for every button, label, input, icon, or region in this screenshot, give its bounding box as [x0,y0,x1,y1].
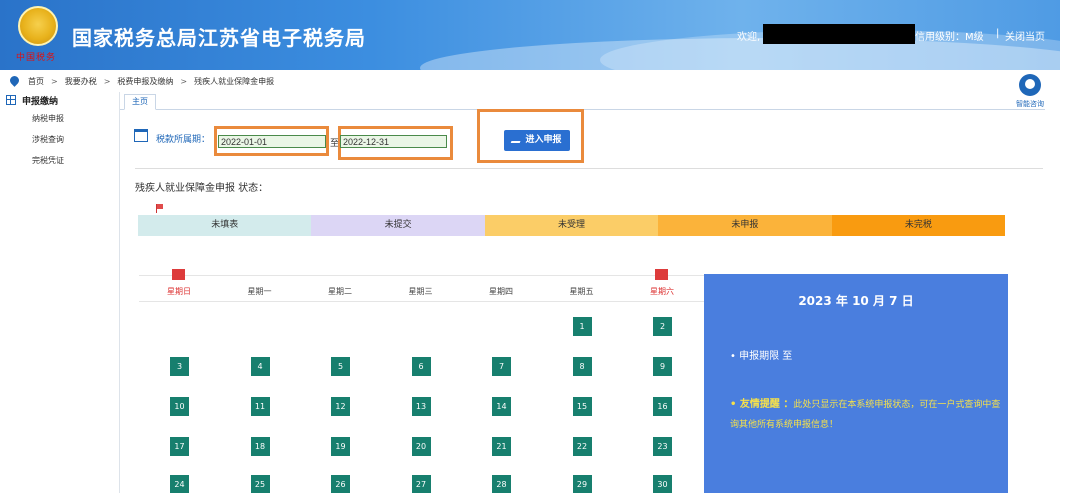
sidebar-section-title: 申报缴纳 [22,96,59,107]
calendar-day[interactable]: 14 [492,397,511,416]
calendar-day[interactable]: 18 [250,437,270,456]
weekday-label: 星期五 [569,287,594,296]
close-page-link[interactable]: 关闭当页 [1005,28,1045,43]
breadcrumb-separator: > [180,76,188,86]
status-segment: 未填表 [138,215,312,236]
welcome-text: 欢迎, [737,32,761,43]
calendar-day[interactable]: 11 [250,397,270,416]
tax-period-label-group: 税款所属期： [134,128,211,146]
credit-level: 信用级别：M级 [915,32,984,43]
declaration-calendar: 星期日 星期一 星期二 星期三 星期四 星期五 星期六 1 2 3 4 5 6 7 8 9 10 11 12 13 1… [139,269,704,493]
calendar-day[interactable]: 7 [492,357,511,376]
status-progress-bar: 未填表 未提交 未受理 未申报 未完税 [138,215,1006,236]
calendar-day[interactable]: 3 [170,357,189,376]
calendar-day[interactable]: 22 [572,437,592,456]
tab-bar: 主页 [120,92,1045,110]
info-panel: 2023 年 10 月 7 日 • 申报期限 至 • 友情提醒 ：此处只显示在本… [704,274,1008,493]
calendar-day[interactable]: 6 [411,357,431,376]
breadcrumb-level1[interactable]: 我要办税 [65,76,97,87]
sidebar-item-tax-query[interactable]: 涉税查询 [0,129,118,150]
calendar-day[interactable]: 9 [653,357,672,376]
sidebar: 申报缴纳 纳税申报 涉税查询 完税凭证 [0,92,118,493]
site-title: 国家税务总局江苏省电子税务局 [72,26,366,50]
breadcrumb-separator: > [51,76,58,86]
calendar-day[interactable]: 21 [492,437,511,456]
calendar-day[interactable]: 24 [170,475,189,493]
calendar-day[interactable]: 15 [572,397,592,416]
status-segment: 未申报 [658,215,832,236]
calendar-day[interactable]: 23 [653,437,672,456]
flag-icon [156,204,163,213]
status-segment: 未提交 [311,215,485,236]
header-separator: | [996,28,1000,39]
sidebar-item-tax-declare[interactable]: 纳税申报 [0,108,118,129]
status-segment: 未完税 [831,215,1006,236]
calendar-day[interactable]: 8 [572,357,592,376]
calendar-day[interactable]: 19 [331,437,350,456]
sidebar-section-declare[interactable]: 申报缴纳 [0,92,118,108]
weekday-label: 星期一 [247,287,272,296]
main-content: 主页 税款所属期： 至 进入申报 残疾人就业保障金申报 状态： 未填表未提交未受… [119,92,1045,493]
calendar-day[interactable]: 17 [170,437,189,456]
weekday-label: 星期日 [167,287,191,296]
breadcrumb-level3: 残疾人就业保障金申报 [194,76,275,86]
weekday-label: 星期三 [408,287,433,296]
emblem-text: 中国税务 [16,53,57,63]
calendar-day[interactable]: 10 [170,397,189,416]
calendar-icon [134,128,148,142]
enter-declare-label: 进入申报 [525,135,562,145]
location-pin-icon [10,76,19,87]
site-header: 中国税务 国家税务总局江苏省电子税务局 欢迎, 信用级别：M级 | 关闭当页 [0,0,1060,70]
period-end-input[interactable] [340,135,447,148]
weekday-label: 星期四 [489,287,513,296]
weekday-label: 星期六 [650,287,674,296]
breadcrumb: 首页 > 我要办税 > 税费申报及缴纳 > 残疾人就业保障金申报 [0,72,1000,90]
status-title: 残疾人就业保障金申报 状态： [135,183,269,194]
calendar-day[interactable]: 5 [331,357,350,376]
sidebar-item-tax-certificate[interactable]: 完税凭证 [0,150,118,171]
calendar-day[interactable]: 2 [653,317,672,336]
tax-period-label: 税款所属期： [156,134,211,145]
weekend-marker-icon [655,269,668,280]
breadcrumb-home[interactable]: 首页 [28,76,44,87]
calendar-day[interactable]: 29 [572,475,592,493]
calendar-day[interactable]: 25 [250,475,270,493]
calendar-day[interactable]: 30 [653,475,672,493]
enter-declare-button[interactable]: 进入申报 [504,130,570,151]
calendar-day[interactable]: 16 [653,397,672,416]
reminder-key: • 友情提醒 ： [730,399,794,410]
tax-emblem-logo [18,6,58,46]
calendar-day[interactable]: 20 [411,437,431,456]
calendar-day[interactable]: 26 [331,475,350,493]
period-start-input[interactable] [218,135,326,148]
weekend-marker-icon [172,269,185,280]
calendar-day[interactable]: 27 [411,475,431,493]
username-redacted [763,24,915,44]
calendar-day[interactable]: 13 [411,397,431,416]
calendar-day[interactable]: 12 [331,397,350,416]
status-segment: 未受理 [484,215,659,236]
tab-home[interactable]: 主页 [124,94,156,110]
calendar-day[interactable]: 4 [250,357,270,376]
weekday-header-row: 星期日 星期一 星期二 星期三 星期四 星期五 星期六 [139,269,704,302]
declare-deadline: • 申报期限 至 [730,351,793,362]
friendly-reminder: • 友情提醒 ：此处只显示在本系统申报状态，可在一户式查询中查询其他所有系统申报… [730,395,1006,435]
breadcrumb-separator: > [103,76,111,86]
weekday-label: 星期二 [328,287,352,296]
section-divider [135,168,1043,169]
calendar-day[interactable]: 28 [492,475,511,493]
breadcrumb-level2[interactable]: 税费申报及缴纳 [117,76,173,87]
grid-menu-icon [6,95,16,105]
info-date: 2023 年 10 月 7 日 [798,294,914,308]
calendar-day[interactable]: 1 [572,317,592,336]
edit-pen-icon [511,136,523,143]
